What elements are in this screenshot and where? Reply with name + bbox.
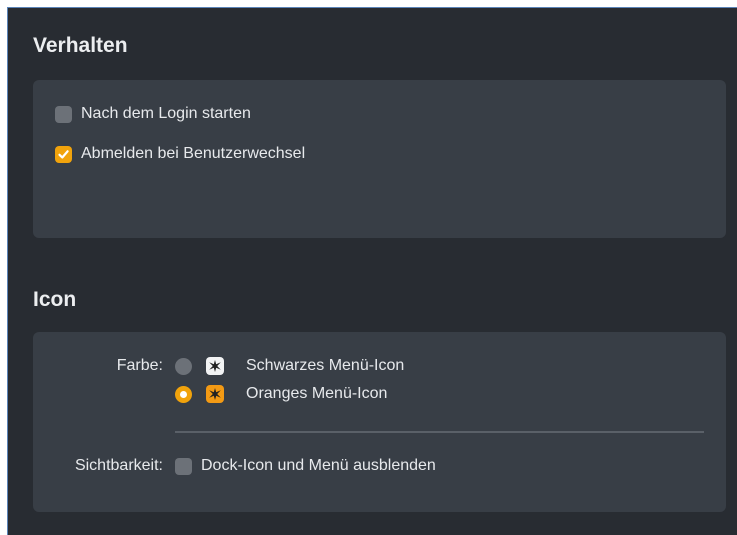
divider bbox=[175, 431, 704, 433]
preferences-window: Verhalten Nach dem Login starten Abmelde… bbox=[7, 7, 737, 535]
hide-dock-icon-checkbox[interactable] bbox=[175, 457, 192, 475]
visibility-row: Sichtbarkeit: Dock-Icon und Menü ausblen… bbox=[33, 457, 436, 475]
visibility-label: Sichtbarkeit: bbox=[74, 457, 163, 474]
launch-at-login-label: Nach dem Login starten bbox=[81, 105, 251, 122]
logout-on-user-switch-checkbox[interactable] bbox=[55, 145, 72, 163]
radio-dot bbox=[180, 390, 187, 398]
logout-on-user-switch-option[interactable]: Abmelden bei Benutzerwechsel bbox=[55, 145, 305, 163]
black-menu-icon-label[interactable]: Schwarzes Menü-Icon bbox=[246, 357, 404, 375]
black-menu-icon-radio[interactable] bbox=[175, 357, 192, 375]
hide-dock-icon-label[interactable]: Dock-Icon und Menü ausblenden bbox=[201, 457, 436, 475]
orange-option-row: Oranges Menü-Icon bbox=[175, 385, 387, 403]
icon-section-title: Icon bbox=[33, 288, 77, 311]
color-row: Farbe: Schwarzes Menü-Icon bbox=[33, 357, 404, 375]
icon-panel: Farbe: Schwarzes Menü-Icon Oranges Menü-… bbox=[33, 332, 726, 512]
launch-at-login-option[interactable]: Nach dem Login starten bbox=[55, 105, 251, 123]
behavior-section-title: Verhalten bbox=[33, 34, 128, 57]
star-burst-icon bbox=[206, 385, 224, 403]
logout-on-user-switch-label: Abmelden bei Benutzerwechsel bbox=[81, 145, 306, 162]
orange-menu-icon-radio[interactable] bbox=[175, 385, 192, 403]
orange-menu-icon-label[interactable]: Oranges Menü-Icon bbox=[246, 385, 387, 403]
behavior-panel: Nach dem Login starten Abmelden bei Benu… bbox=[33, 80, 726, 238]
color-label: Farbe: bbox=[116, 357, 163, 374]
star-burst-icon bbox=[206, 357, 224, 375]
checkmark-icon bbox=[58, 149, 69, 159]
launch-at-login-checkbox[interactable] bbox=[55, 105, 72, 123]
